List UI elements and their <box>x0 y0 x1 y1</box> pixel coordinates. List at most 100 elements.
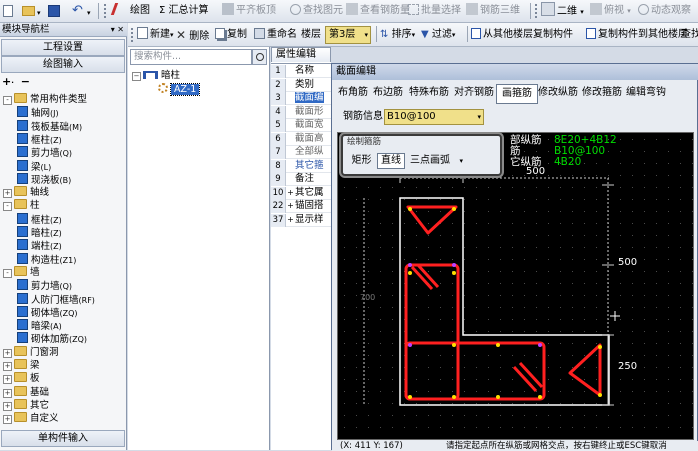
summary-calc-button[interactable]: Σ 汇总计算 <box>159 2 209 20</box>
copy-to-floor-button[interactable]: 复制构件到其他楼层 <box>586 26 688 44</box>
property-row[interactable]: 6 截面高 <box>271 132 331 146</box>
drawing-input-button[interactable]: 绘图输入 <box>1 56 125 73</box>
top-view-button[interactable]: 俯视 ▾ <box>590 2 631 20</box>
orbit-button[interactable]: 动态观察 <box>638 2 691 20</box>
nav-item[interactable]: 暗柱(Z) <box>17 226 62 239</box>
property-row[interactable]: 3 截面编 <box>271 91 331 105</box>
nav-folder[interactable]: + 板 <box>3 372 40 385</box>
nav-item[interactable]: 暗梁(A) <box>17 319 62 332</box>
nav-item[interactable]: 构造柱(Z1) <box>17 252 76 266</box>
property-row[interactable]: 7 全部纵 <box>271 145 331 159</box>
section-tab[interactable]: 修改纵筋 <box>536 84 580 102</box>
section-tab[interactable]: 画箍筋 <box>496 84 538 104</box>
section-canvas[interactable]: 部纵筋 8E20+4B12 筋 B10@100 它纵筋 4B20 500 500 250 … <box>337 132 694 440</box>
section-tab[interactable]: 编辑弯钩 <box>624 84 668 102</box>
nav-item[interactable]: 剪力墙(Q) <box>17 146 72 159</box>
nav-folder[interactable]: - 常用构件类型 <box>3 93 87 106</box>
rebar-3d-button[interactable]: 钢筋三维 <box>466 2 520 20</box>
nav-item[interactable]: 框柱(Z) <box>17 132 62 146</box>
property-row[interactable]: 8 其它箍 <box>271 159 331 173</box>
nav-item[interactable]: 筏板基础(M) <box>17 119 82 133</box>
component-search-input[interactable]: 搜索构件... <box>130 49 252 65</box>
collapse-all-icon[interactable]: − <box>21 75 30 88</box>
expand-icon[interactable]: + <box>286 199 295 212</box>
view-2d-dropdown[interactable]: 二维 ▾ <box>541 2 584 20</box>
nav-folder[interactable]: + 门窗洞 <box>3 345 59 359</box>
floor-select[interactable]: 第3层 ▾ <box>325 26 371 44</box>
save-icon[interactable] <box>48 5 60 17</box>
property-row[interactable]: 22 +锚固搭 <box>271 199 331 213</box>
single-component-input-button[interactable]: 单构件输入 <box>1 430 125 447</box>
expand-icon[interactable]: + <box>3 189 12 199</box>
expand-icon[interactable]: + <box>286 186 295 199</box>
find-button[interactable]: 查找 <box>681 26 698 44</box>
undo-icon[interactable]: ↶ <box>72 3 83 18</box>
nav-item[interactable]: 砌体加筋(ZQ) <box>17 332 87 345</box>
find-element-button[interactable]: 查找图元 <box>290 2 343 20</box>
section-tab[interactable]: 对齐钢筋 <box>452 84 496 102</box>
expand-icon[interactable]: + <box>3 388 12 398</box>
property-row[interactable]: 2 类别 <box>271 78 331 92</box>
property-row[interactable]: 10 +其它属 <box>271 186 331 200</box>
open-folder-icon[interactable] <box>22 6 35 16</box>
delete-button[interactable]: ✕ 删除 <box>176 26 209 44</box>
nav-item[interactable]: 框柱(Z) <box>17 212 62 226</box>
rect-mode-button[interactable]: 矩形 <box>348 153 375 169</box>
nav-folder[interactable]: + 其它 <box>3 398 49 412</box>
expand-icon[interactable]: + <box>286 213 295 226</box>
nav-folder[interactable]: + 梁 <box>3 359 40 372</box>
nav-item[interactable]: 人防门框墙(RF) <box>17 292 95 306</box>
expand-icon[interactable]: + <box>3 348 12 358</box>
view-rebar-qty-button[interactable]: 查看钢筋量 <box>346 2 410 20</box>
tree-root-anzhu[interactable]: − 暗柱 <box>132 69 180 82</box>
nav-folder[interactable]: -柱 <box>3 199 40 212</box>
expand-icon[interactable]: + <box>3 415 12 425</box>
property-row[interactable]: 37 +显示样 <box>271 213 331 227</box>
copy-from-floor-button[interactable]: 从其他楼层复制构件 <box>471 26 573 44</box>
property-row[interactable]: 1 名称 <box>271 64 331 78</box>
nav-item[interactable]: 端柱(Z) <box>17 239 62 252</box>
draw-button[interactable]: 绘图 <box>110 2 150 20</box>
nav-item[interactable]: 砌体墙(ZQ) <box>17 305 78 319</box>
nav-item[interactable]: 剪力墙(Q) <box>17 279 72 292</box>
sort-button[interactable]: ⇅ 排序▾ <box>380 26 415 44</box>
line-mode-button[interactable]: 直线 <box>377 153 405 169</box>
arc-mode-select[interactable]: 三点画弧 ▾ <box>407 153 465 169</box>
collapse-icon[interactable]: - <box>3 268 12 278</box>
pin-close-icon[interactable]: ▾ ✕ <box>111 23 124 37</box>
property-row[interactable]: 4 截面形 <box>271 105 331 119</box>
section-tab[interactable]: 修改箍筋 <box>580 84 624 102</box>
dropdown-arrow-icon[interactable]: ▾ <box>37 9 41 17</box>
nav-item[interactable]: 梁(L) <box>17 159 51 173</box>
expand-all-icon[interactable]: + <box>2 75 11 88</box>
collapse-icon[interactable]: - <box>3 96 12 105</box>
new-component-button[interactable]: 新建▾ <box>137 26 174 44</box>
dropdown-arrow-icon[interactable]: ▾ <box>87 9 91 17</box>
copy-button[interactable]: 复制 <box>215 26 247 44</box>
nav-folder[interactable]: + 基础 <box>3 385 49 399</box>
nav-folder[interactable]: -墙 <box>3 265 40 279</box>
property-row[interactable]: 9 备注 <box>271 172 331 186</box>
flush-slab-top-button[interactable]: 平齐板顶 <box>222 2 276 20</box>
expand-icon[interactable]: + <box>3 362 12 371</box>
expand-icon[interactable]: + <box>3 401 12 411</box>
section-tab[interactable]: 特殊布筋 <box>406 84 452 102</box>
rebar-info-select[interactable]: B10@100 ▾ <box>384 109 484 125</box>
property-row[interactable]: 5 截面宽 <box>271 118 331 132</box>
nav-item[interactable]: 轴网(J) <box>17 106 59 119</box>
nav-item[interactable]: 现浇板(B) <box>17 172 71 186</box>
nav-folder[interactable]: + 轴线 <box>3 186 49 199</box>
section-tab[interactable]: 布角筋 <box>336 84 370 102</box>
tree-item-az1[interactable]: AZ-1 <box>158 83 201 96</box>
filter-button[interactable]: ▼ 过滤▾ <box>421 26 455 44</box>
search-button[interactable] <box>252 49 267 65</box>
project-settings-button[interactable]: 工程设置 <box>1 39 125 56</box>
section-tab[interactable]: 布边筋 <box>370 84 406 102</box>
batch-select-button[interactable]: 批量选择 <box>408 2 461 20</box>
rename-button[interactable]: 重命名 <box>254 26 297 44</box>
collapse-icon[interactable]: - <box>3 202 12 212</box>
new-file-icon[interactable] <box>3 5 13 17</box>
nav-folder[interactable]: + 自定义 <box>3 412 59 425</box>
property-tab[interactable]: 属性编辑 <box>271 47 331 62</box>
expand-icon[interactable]: + <box>3 375 12 385</box>
